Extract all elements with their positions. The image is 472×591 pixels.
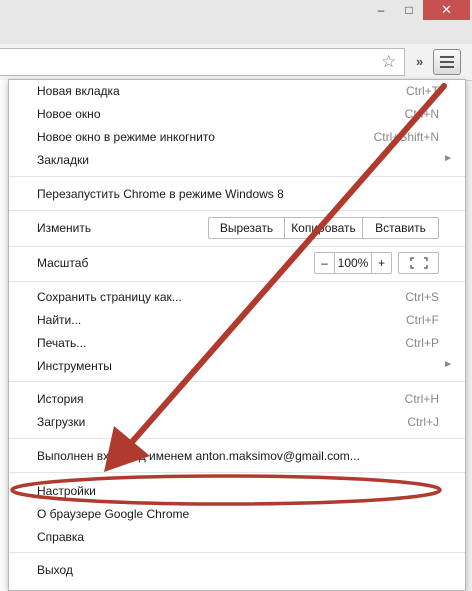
chrome-menu: Новая вкладка Ctrl+T Новое окно Ctrl+N Н… (8, 79, 466, 591)
menu-item-label: Найти... (37, 313, 82, 327)
menu-item-label: О браузере Google Chrome (37, 507, 190, 521)
paste-button[interactable]: Вставить (363, 218, 438, 238)
menu-item-incognito[interactable]: Новое окно в режиме инкогнито Ctrl+Shift… (9, 126, 465, 148)
copy-button[interactable]: Копировать (285, 218, 363, 238)
menu-item-about[interactable]: О браузере Google Chrome (9, 503, 465, 525)
menu-item-label: Новая вкладка (37, 84, 120, 98)
address-bar[interactable] (0, 48, 405, 76)
menu-item-label: Новое окно (37, 107, 101, 121)
hamburger-icon-line (440, 56, 454, 58)
menu-item-label: Перезапустить Chrome в режиме Windows 8 (37, 187, 284, 201)
extensions-overflow-icon[interactable]: » (416, 54, 423, 69)
menu-item-shortcut: Ctrl+T (406, 84, 439, 98)
menu-item-label: Инструменты (37, 359, 112, 373)
menu-separator (9, 281, 465, 282)
menu-separator (9, 246, 465, 247)
menu-item-bookmarks[interactable]: Закладки ► (9, 149, 465, 171)
menu-separator (9, 438, 465, 439)
menu-item-settings[interactable]: Настройки (9, 480, 465, 502)
minimize-button[interactable]: – (368, 0, 394, 20)
menu-item-label: Сохранить страницу как... (37, 290, 182, 304)
fullscreen-button[interactable] (398, 252, 439, 274)
menu-item-label: Справка (37, 530, 85, 544)
menu-separator (9, 552, 465, 553)
menu-item-label: Настройки (37, 484, 96, 498)
menu-separator (9, 381, 465, 382)
menu-item-exit[interactable]: Выход (9, 559, 465, 581)
zoom-controls: – 100% + (314, 252, 392, 274)
menu-item-find[interactable]: Найти... Ctrl+F (9, 309, 465, 331)
edit-button-group: Вырезать Копировать Вставить (208, 217, 439, 239)
submenu-arrow-icon: ► (443, 359, 453, 370)
menu-item-tools[interactable]: Инструменты ► (9, 355, 465, 377)
menu-item-label: Печать... (37, 336, 87, 350)
menu-item-shortcut: Ctrl+P (405, 336, 439, 350)
hamburger-icon-line (440, 61, 454, 63)
close-button[interactable]: ✕ (423, 0, 470, 20)
menu-item-history[interactable]: История Ctrl+H (9, 388, 465, 410)
zoom-out-button[interactable]: – (315, 253, 335, 273)
cut-button[interactable]: Вырезать (209, 218, 285, 238)
menu-item-shortcut: Ctrl+H (404, 392, 439, 406)
menu-item-help[interactable]: Справка (9, 526, 465, 548)
menu-item-new-tab[interactable]: Новая вкладка Ctrl+T (9, 80, 465, 102)
menu-item-downloads[interactable]: Загрузки Ctrl+J (9, 411, 465, 433)
menu-item-save-page[interactable]: Сохранить страницу как... Ctrl+S (9, 286, 465, 308)
menu-item-label: Масштаб (37, 256, 89, 270)
menu-item-shortcut: Ctrl+F (406, 313, 439, 327)
menu-item-shortcut: Ctrl+J (407, 415, 439, 429)
browser-toolbar (0, 44, 472, 81)
menu-item-new-window[interactable]: Новое окно Ctrl+N (9, 103, 465, 125)
menu-item-zoom: Масштаб (9, 252, 465, 274)
menu-item-shortcut: Ctrl+S (405, 290, 439, 304)
page-background (0, 80, 8, 591)
maximize-button[interactable]: □ (396, 0, 422, 20)
menu-separator (9, 210, 465, 211)
zoom-in-button[interactable]: + (372, 253, 391, 273)
menu-item-label: Загрузки (37, 415, 86, 429)
menu-item-shortcut: Ctrl+N (404, 107, 439, 121)
submenu-arrow-icon: ► (443, 153, 453, 164)
menu-item-label: История (37, 392, 84, 406)
menu-item-signed-in[interactable]: Выполнен вход под именем anton.maksimov@… (9, 445, 465, 467)
chrome-menu-button[interactable] (433, 49, 461, 75)
menu-item-print[interactable]: Печать... Ctrl+P (9, 332, 465, 354)
menu-separator (9, 472, 465, 473)
menu-item-shortcut: Ctrl+Shift+N (373, 130, 439, 144)
menu-item-label: Выполнен вход под именем anton.maksimov@… (37, 449, 360, 463)
fullscreen-icon (409, 257, 428, 269)
menu-separator (9, 176, 465, 177)
hamburger-icon-line (440, 66, 454, 68)
menu-item-label: Изменить (37, 221, 92, 235)
bookmark-star-icon[interactable]: ☆ (381, 52, 396, 72)
menu-item-relaunch-windows8[interactable]: Перезапустить Chrome в режиме Windows 8 (9, 183, 465, 205)
menu-item-label: Закладки (37, 153, 89, 167)
menu-item-label: Новое окно в режиме инкогнито (37, 130, 215, 144)
zoom-level-value: 100% (335, 253, 372, 273)
menu-item-label: Выход (37, 563, 73, 577)
